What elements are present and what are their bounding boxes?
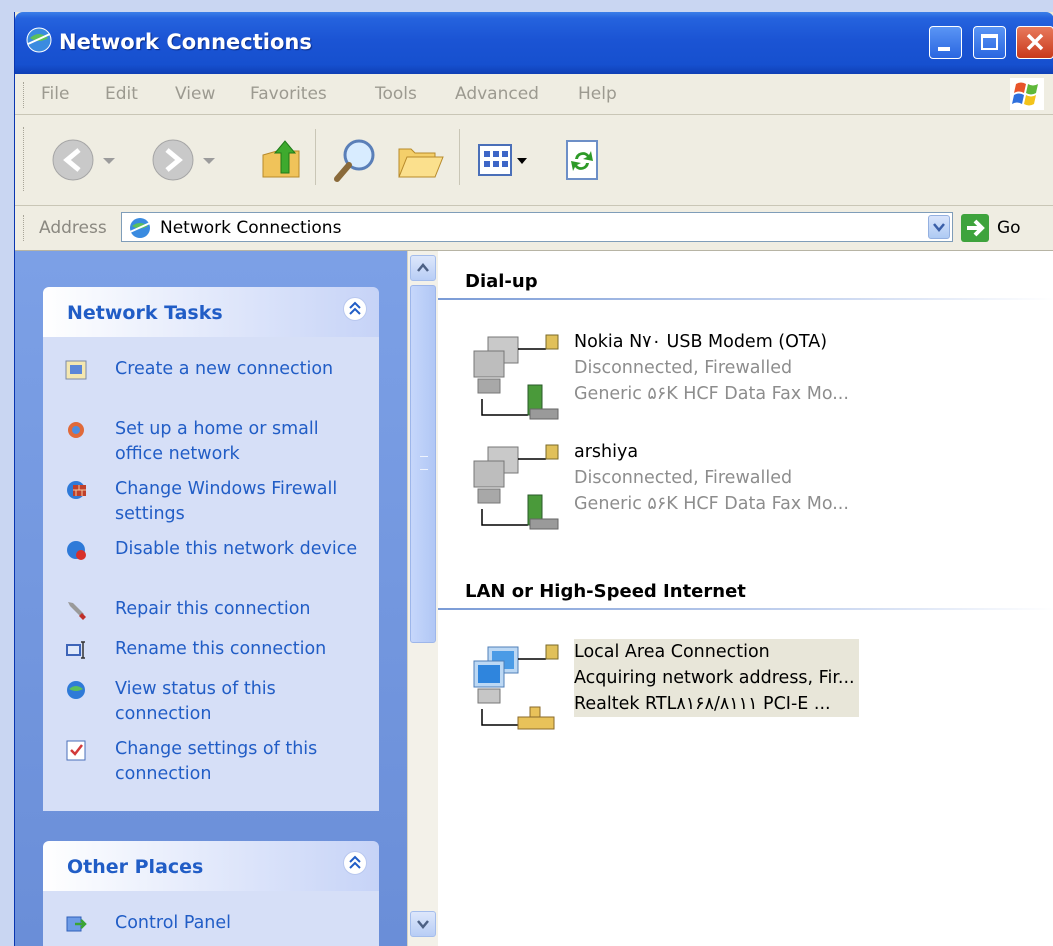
connection-details: Nokia N۷۰ USB Modem (OTA) Disconnected, …	[574, 329, 849, 407]
task-label: Create a new connection	[115, 359, 334, 379]
task-label: Set up a home or small office network	[115, 419, 319, 464]
address-bar: Address Network Connections Go	[15, 206, 1053, 251]
task-label: Change Windows Firewall settings	[115, 479, 338, 524]
task-label: View status of this connection	[115, 679, 276, 724]
menu-advanced[interactable]: Advanced	[455, 84, 539, 104]
connection-details: arshiya Disconnected, Firewalled Generic…	[574, 439, 849, 517]
address-input[interactable]: Network Connections	[121, 212, 953, 242]
dialup-connection-icon	[473, 334, 559, 420]
address-label: Address	[39, 218, 107, 238]
control-panel-icon	[66, 916, 87, 932]
connection-device: Generic ۵۶K HCF Data Fax Mo...	[574, 494, 849, 514]
scroll-thumb[interactable]	[410, 285, 436, 643]
status-icon	[67, 681, 85, 699]
menu-bar: File Edit View Favorites Tools Advanced …	[15, 74, 1053, 115]
group-title-dialup: Dial-up	[465, 271, 538, 292]
task-label: Disable this network device	[115, 539, 358, 559]
address-grip[interactable]	[23, 215, 27, 241]
connection-details: Local Area Connection Acquiring network …	[574, 639, 859, 717]
settings-icon	[66, 740, 86, 761]
menu-tools[interactable]: Tools	[375, 84, 417, 104]
group-title-lan: LAN or High-Speed Internet	[465, 581, 746, 602]
firewall-icon	[67, 481, 86, 499]
back-icon[interactable]	[51, 137, 121, 183]
menu-help[interactable]: Help	[578, 84, 617, 104]
task-label: Change settings of this connection	[115, 739, 318, 784]
other-places-title: Other Places	[67, 856, 204, 878]
other-places-panel: Other Places Control Panel	[43, 841, 379, 946]
connection-device: Generic ۵۶K HCF Data Fax Mo...	[574, 384, 849, 404]
connection-name: arshiya	[574, 442, 639, 462]
go-button[interactable]	[961, 214, 989, 242]
chevron-up-double-icon	[349, 855, 361, 869]
thumb-grip	[420, 456, 428, 470]
connection-name: Local Area Connection	[574, 642, 770, 662]
chevron-up-double-icon	[349, 301, 361, 315]
close-icon	[1026, 33, 1044, 51]
connection-name: Nokia N۷۰ USB Modem (OTA)	[574, 332, 828, 352]
windows-logo-icon	[1010, 78, 1044, 110]
window-title: Network Connections	[59, 30, 312, 54]
lan-connection-icon	[473, 644, 559, 730]
search-icon[interactable]	[331, 135, 381, 185]
dialup-connection-icon	[473, 444, 559, 530]
network-tasks-panel: Network Tasks Create a new connection Se…	[43, 287, 379, 811]
toolbar-separator	[459, 129, 460, 185]
maximize-button[interactable]	[973, 26, 1006, 59]
group-divider	[438, 298, 1053, 300]
menu-grip[interactable]	[23, 82, 27, 108]
network-tasks-header[interactable]: Network Tasks	[43, 287, 379, 337]
close-button[interactable]	[1016, 26, 1053, 59]
task-label: Rename this connection	[115, 639, 327, 659]
title-bar[interactable]: Network Connections	[15, 12, 1053, 74]
minimize-button[interactable]	[929, 26, 962, 59]
network-tasks-title: Network Tasks	[67, 302, 223, 324]
explorer-window: Network Connections File Edit View Favor…	[14, 12, 1053, 946]
disable-network-icon	[67, 541, 86, 560]
menu-file[interactable]: File	[41, 84, 69, 104]
chevron-down-icon	[417, 920, 429, 929]
connection-status: Disconnected, Firewalled	[574, 358, 793, 378]
chevron-down-icon	[933, 223, 945, 232]
network-tasks-body: Create a new connection Set up a home or…	[43, 337, 379, 811]
repair-icon	[68, 602, 86, 620]
up-folder-icon[interactable]	[259, 137, 305, 183]
menu-view[interactable]: View	[175, 84, 215, 104]
new-connection-icon	[65, 360, 87, 380]
vertical-scrollbar[interactable]	[407, 251, 438, 946]
toolbar-separator	[315, 129, 316, 185]
other-places-body: Control Panel	[43, 891, 379, 946]
address-value: Network Connections	[160, 218, 342, 238]
connection-status: Acquiring network address, Fir...	[574, 668, 855, 688]
group-divider	[438, 608, 1053, 610]
task-pane: Network Tasks Create a new connection Se…	[15, 251, 407, 946]
rename-icon	[66, 641, 85, 659]
collapse-network-tasks-button[interactable]	[343, 297, 367, 321]
menu-favorites[interactable]: Favorites	[250, 84, 327, 104]
connection-device: Realtek RTL۸۱۶۸/۸۱۱۱ PCI-E ...	[574, 694, 831, 714]
scroll-down-button[interactable]	[410, 911, 436, 937]
forward-icon[interactable]	[151, 137, 221, 183]
connection-status: Disconnected, Firewalled	[574, 468, 793, 488]
go-arrow-icon	[967, 219, 985, 237]
network-connections-icon	[26, 27, 52, 53]
refresh-icon[interactable]	[563, 139, 603, 183]
views-icon[interactable]	[477, 141, 537, 181]
address-dropdown-button[interactable]	[928, 215, 950, 239]
other-places-header[interactable]: Other Places	[43, 841, 379, 891]
scroll-up-button[interactable]	[410, 255, 436, 281]
network-connections-icon	[129, 218, 151, 238]
collapse-other-places-button[interactable]	[343, 851, 367, 875]
toolbar-grip[interactable]	[23, 127, 27, 191]
chevron-up-icon	[417, 263, 429, 272]
task-label: Control Panel	[115, 913, 232, 933]
menu-edit[interactable]: Edit	[105, 84, 138, 104]
toolbar	[15, 115, 1053, 206]
task-label: Repair this connection	[115, 599, 311, 619]
go-label[interactable]: Go	[997, 218, 1021, 238]
connections-view: Dial-up Nokia N۷۰ USB Modem (OTA) Discon…	[438, 251, 1053, 946]
folders-icon[interactable]	[397, 139, 447, 183]
home-network-icon	[68, 422, 84, 438]
